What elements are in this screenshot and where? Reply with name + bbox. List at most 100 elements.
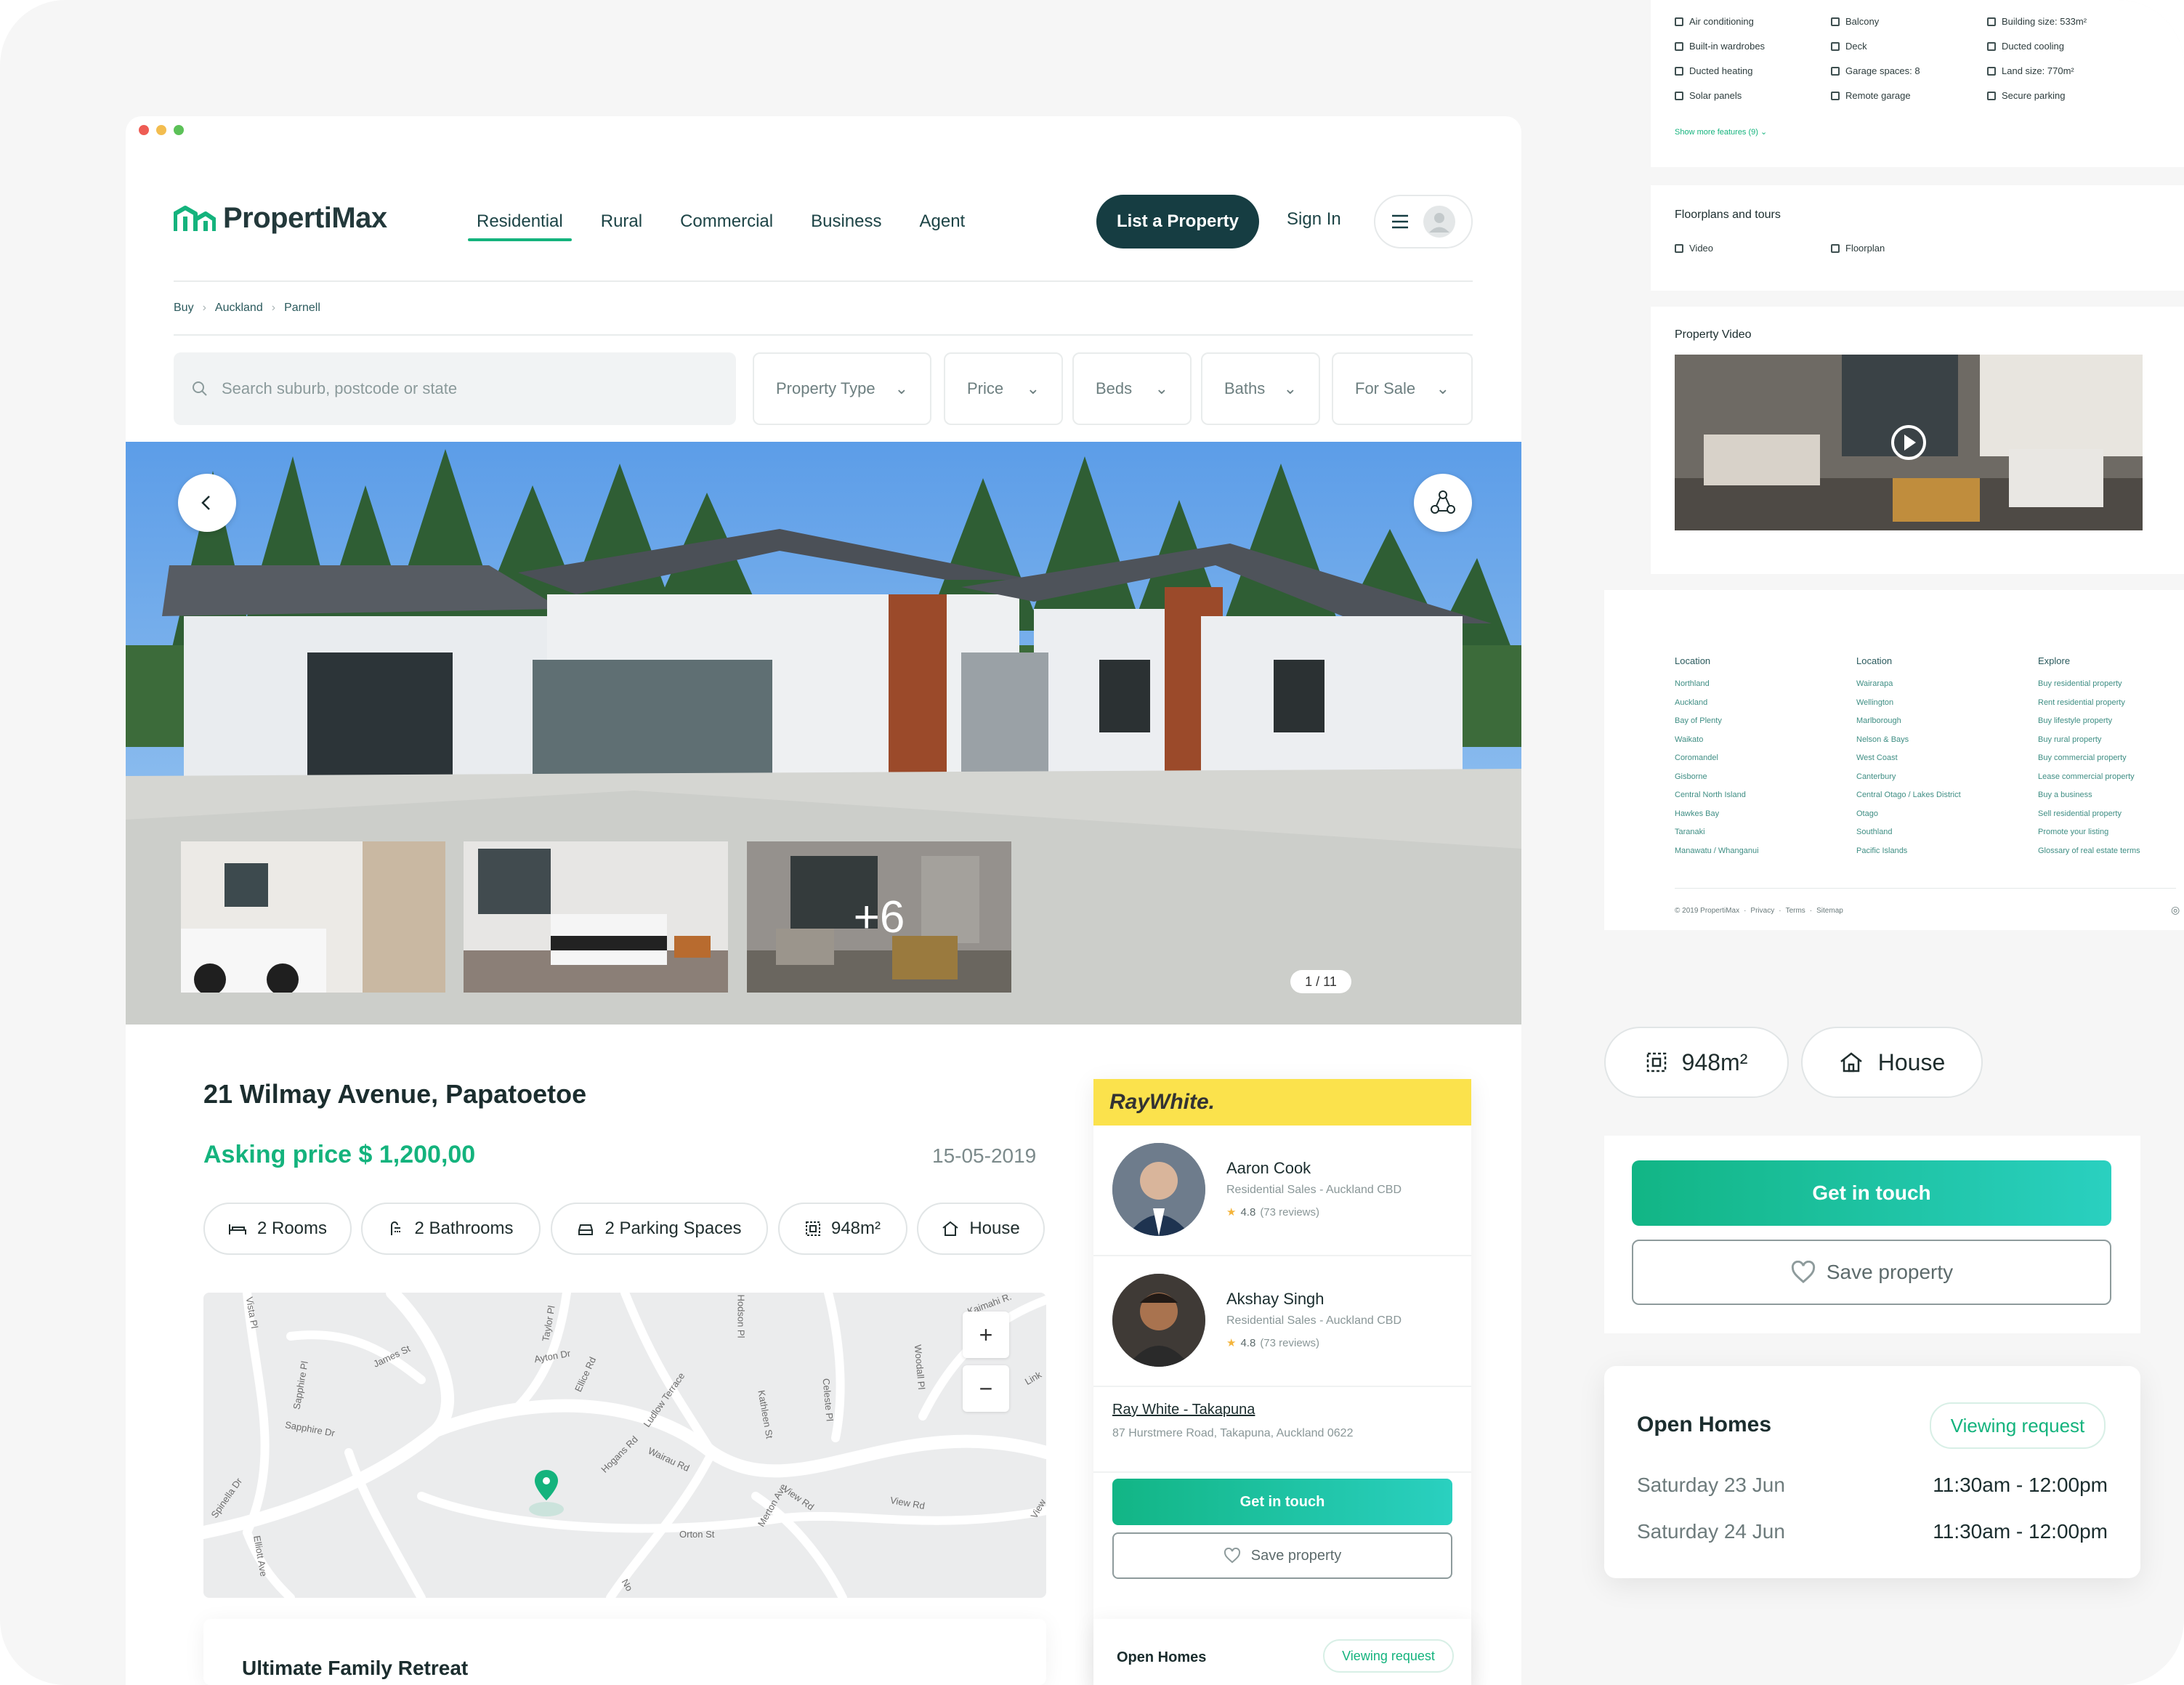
accessibility-icon[interactable]: ◎ bbox=[2171, 904, 2180, 916]
sitemap-link[interactable]: Sitemap bbox=[1816, 907, 1843, 915]
filter-label: Price bbox=[967, 379, 1004, 397]
footer-link[interactable]: Gisborne bbox=[1675, 772, 1759, 791]
breadcrumb-parnell[interactable]: Parnell bbox=[284, 302, 320, 315]
footer-link[interactable]: Buy residential property bbox=[2038, 679, 2140, 698]
map-pin-icon[interactable] bbox=[526, 1467, 567, 1518]
search-icon bbox=[193, 381, 207, 396]
user-menu-button[interactable] bbox=[1374, 195, 1473, 248]
footer-link[interactable]: Sell residential property bbox=[2038, 809, 2140, 828]
footer-link[interactable]: Buy lifestyle property bbox=[2038, 716, 2140, 735]
contact-actions-panel: Get in touch Save property bbox=[1604, 1136, 2140, 1333]
listing-title: 21 Wilmay Avenue, Papatoetoe bbox=[203, 1079, 587, 1109]
privacy-link[interactable]: Privacy bbox=[1750, 907, 1774, 915]
footer-link[interactable]: Manawatu / Whanganui bbox=[1675, 846, 1759, 865]
share-button[interactable] bbox=[1414, 474, 1472, 532]
feature-label: Ducted heating bbox=[1689, 65, 1753, 76]
footer-link[interactable]: Wellington bbox=[1856, 698, 1961, 717]
footer-link[interactable]: Northland bbox=[1675, 679, 1759, 698]
chevron-right-icon: › bbox=[271, 302, 276, 314]
footer-link[interactable]: Canterbury bbox=[1856, 772, 1961, 791]
footer-link[interactable]: Buy commercial property bbox=[2038, 753, 2140, 772]
minimize-dot[interactable] bbox=[156, 125, 166, 135]
house-icon bbox=[942, 1221, 958, 1236]
feature-item: Building size: 533m² bbox=[1987, 16, 2087, 27]
main-nav: Residential Rural Commercial Business Ag… bbox=[468, 189, 966, 254]
footer-link[interactable]: Promote your listing bbox=[2038, 828, 2140, 846]
thumbnail-bedroom[interactable] bbox=[464, 841, 728, 993]
filter-property-type[interactable]: Property Type ⌄ bbox=[753, 352, 931, 425]
breadcrumb-auckland[interactable]: Auckland bbox=[215, 302, 263, 315]
video-tour-link[interactable]: Video bbox=[1675, 243, 1713, 254]
footer-link[interactable]: Southland bbox=[1856, 828, 1961, 846]
footer-link[interactable]: Bay of Plenty bbox=[1675, 716, 1759, 735]
footer-link[interactable]: Otago bbox=[1856, 809, 1961, 828]
footer-link[interactable]: Marlborough bbox=[1856, 716, 1961, 735]
site-header: PropertiMax Residential Rural Commercial… bbox=[174, 189, 1473, 254]
viewing-request-button[interactable]: Viewing request bbox=[1323, 1639, 1454, 1673]
house-icon bbox=[1840, 1052, 1862, 1072]
maximize-dot[interactable] bbox=[174, 125, 184, 135]
footer-link[interactable]: Central North Island bbox=[1675, 791, 1759, 809]
sign-in-link[interactable]: Sign In bbox=[1287, 209, 1341, 230]
thumbnail-kitchen[interactable] bbox=[181, 841, 445, 993]
feature-icon bbox=[1987, 17, 1996, 26]
filter-price[interactable]: Price ⌄ bbox=[944, 352, 1063, 425]
agent-item[interactable]: Akshay Singh Residential Sales - Aucklan… bbox=[1093, 1256, 1471, 1387]
nav-agent[interactable]: Agent bbox=[920, 189, 966, 254]
footer-link[interactable]: Waikato bbox=[1675, 735, 1759, 754]
footer-link[interactable]: Nelson & Bays bbox=[1856, 735, 1961, 754]
footer-link[interactable]: Hawkes Bay bbox=[1675, 809, 1759, 828]
footer-link[interactable]: Taranaki bbox=[1675, 828, 1759, 846]
separator: · bbox=[1809, 907, 1813, 915]
footer-link[interactable]: Lease commercial property bbox=[2038, 772, 2140, 791]
office-name-link[interactable]: Ray White - Takapuna bbox=[1112, 1402, 1353, 1418]
footer-link[interactable]: Glossary of real estate terms bbox=[2038, 846, 2140, 865]
close-dot[interactable] bbox=[139, 125, 149, 135]
chip-label: 948m² bbox=[830, 1219, 881, 1238]
viewing-request-button[interactable]: Viewing request bbox=[1930, 1402, 2106, 1449]
filter-baths[interactable]: Baths ⌄ bbox=[1201, 352, 1320, 425]
footer-link[interactable]: Wairarapa bbox=[1856, 679, 1961, 698]
feature-icon bbox=[1831, 17, 1840, 26]
footer-link[interactable]: Coromandel bbox=[1675, 753, 1759, 772]
filter-beds[interactable]: Beds ⌄ bbox=[1072, 352, 1192, 425]
map-zoom-out-button[interactable]: − bbox=[963, 1365, 1009, 1412]
footer-link[interactable]: Buy rural property bbox=[2038, 735, 2140, 754]
thumbnail-more-photos[interactable]: +6 bbox=[747, 841, 1011, 993]
location-map[interactable]: Vista Pl James St Taylor Pl Ayton Dr Ell… bbox=[203, 1293, 1046, 1598]
gallery-prev-button[interactable] bbox=[178, 474, 236, 532]
save-property-button[interactable]: Save property bbox=[1112, 1532, 1452, 1579]
property-gallery[interactable]: +6 bbox=[126, 442, 1521, 1025]
agent-rating: ★ 4.8 (73 reviews) bbox=[1226, 1205, 1319, 1219]
nav-business[interactable]: Business bbox=[811, 189, 881, 254]
floorplan-link[interactable]: Floorplan bbox=[1831, 243, 1885, 254]
list-property-button[interactable]: List a Property bbox=[1096, 195, 1259, 248]
save-property-button-large[interactable]: Save property bbox=[1632, 1240, 2111, 1305]
user-avatar-icon bbox=[1423, 206, 1455, 238]
footer-link[interactable]: West Coast bbox=[1856, 753, 1961, 772]
nav-rural[interactable]: Rural bbox=[601, 189, 642, 254]
heart-icon bbox=[1224, 1548, 1240, 1564]
terms-link[interactable]: Terms bbox=[1786, 907, 1805, 915]
nav-commercial[interactable]: Commercial bbox=[680, 189, 773, 254]
footer-link[interactable]: Auckland bbox=[1675, 698, 1759, 717]
search-input[interactable]: Search suburb, postcode or state bbox=[174, 352, 736, 425]
filter-for-sale[interactable]: For Sale ⌄ bbox=[1332, 352, 1473, 425]
agent-item[interactable]: Aaron Cook Residential Sales - Auckland … bbox=[1093, 1126, 1471, 1256]
breadcrumb-buy[interactable]: Buy bbox=[174, 302, 194, 315]
feature-icon bbox=[1831, 66, 1840, 76]
logo[interactable]: PropertiMax bbox=[174, 202, 387, 235]
separator: · bbox=[1744, 907, 1747, 915]
video-thumbnail[interactable] bbox=[1675, 355, 2143, 530]
map-zoom-in-button[interactable]: + bbox=[963, 1312, 1009, 1358]
footer-link[interactable]: Rent residential property bbox=[2038, 698, 2140, 717]
get-in-touch-button-large[interactable]: Get in touch bbox=[1632, 1160, 2111, 1226]
agency-office: Ray White - Takapuna 87 Hurstmere Road, … bbox=[1112, 1402, 1353, 1440]
show-more-features-link[interactable]: Show more features (9) ⌄ bbox=[1675, 127, 1767, 137]
nav-residential[interactable]: Residential bbox=[468, 189, 572, 254]
feature-icon bbox=[1831, 91, 1840, 100]
get-in-touch-button[interactable]: Get in touch bbox=[1112, 1479, 1452, 1525]
footer-link[interactable]: Central Otago / Lakes District bbox=[1856, 791, 1961, 809]
footer-link[interactable]: Buy a business bbox=[2038, 791, 2140, 809]
footer-link[interactable]: Pacific Islands bbox=[1856, 846, 1961, 865]
